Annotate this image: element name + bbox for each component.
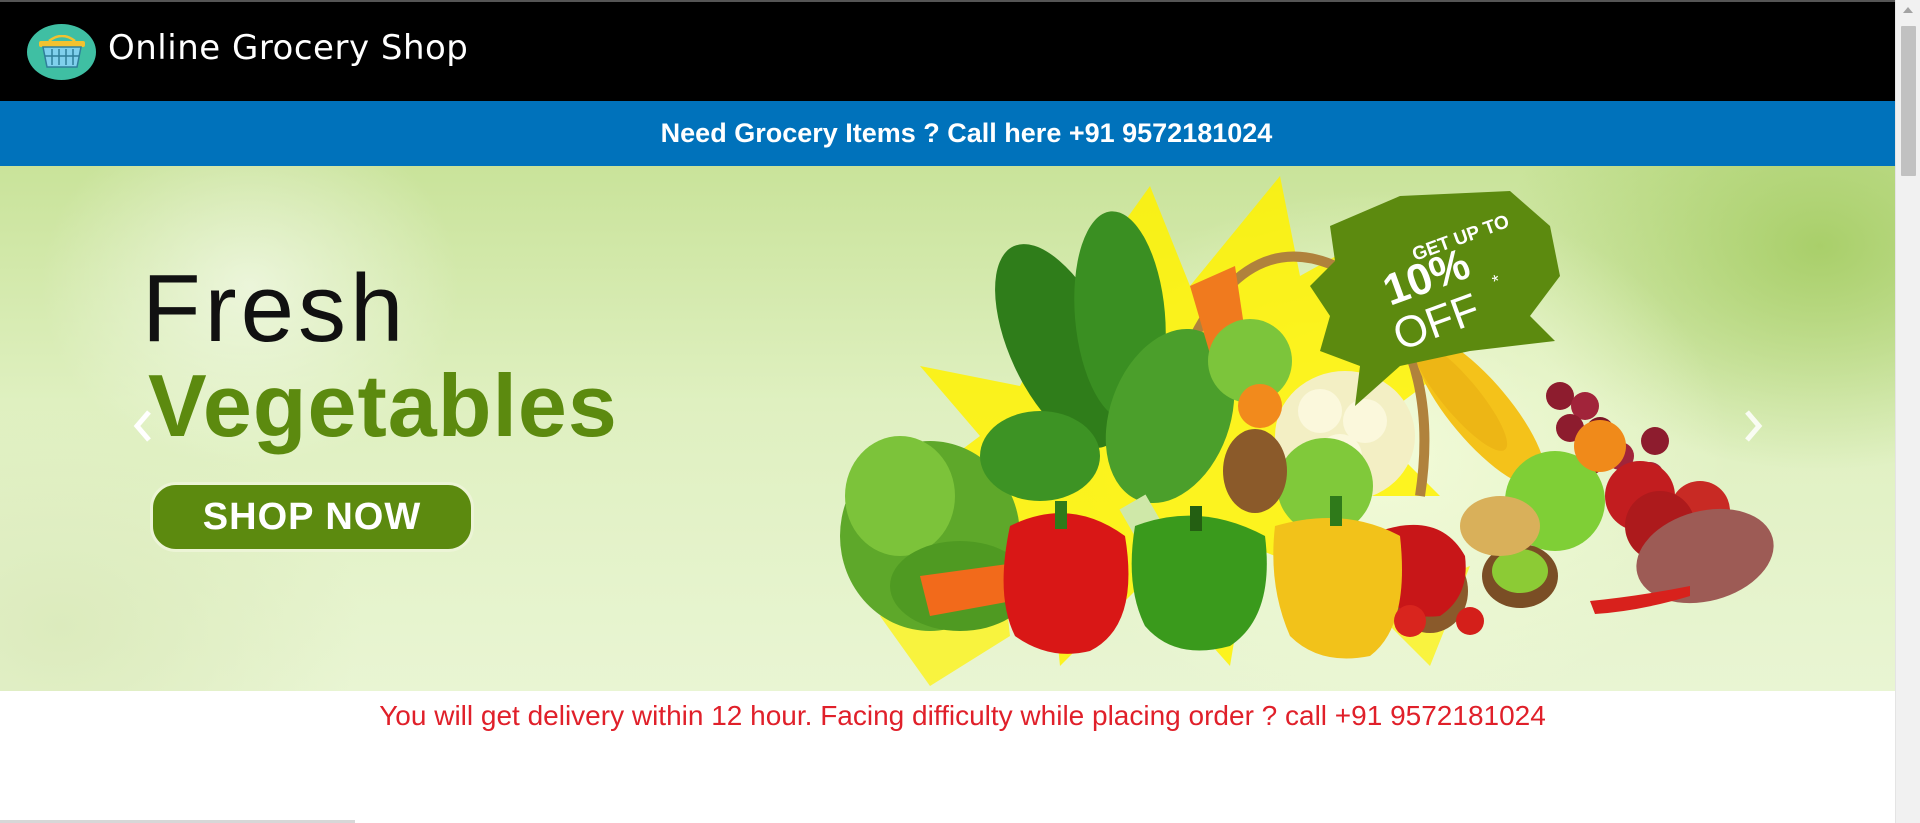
chevron-right-icon — [1745, 410, 1763, 442]
call-banner-text: Need Grocery Items ? Call here +91 95721… — [660, 118, 1273, 148]
hero-headline-fresh: Fresh — [142, 255, 408, 362]
carousel-prev-button[interactable] — [123, 406, 163, 446]
scroll-thumb[interactable] — [1901, 26, 1916, 176]
scroll-up-arrow-icon[interactable] — [1903, 7, 1913, 13]
hero-headline-vegetables: Vegetables — [148, 356, 618, 455]
top-header: Online Grocery Shop — [0, 0, 1895, 101]
hero-carousel: GET UP TO 10% OFF * Fresh Vegetables SHO… — [0, 166, 1895, 691]
shopping-basket-icon[interactable] — [27, 24, 96, 80]
delivery-notice-text: You will get delivery within 12 hour. Fa… — [379, 700, 1546, 731]
page-content: Online Grocery Shop Need Grocery Items ?… — [0, 0, 1895, 823]
page: Online Grocery Shop Need Grocery Items ?… — [0, 0, 1920, 823]
call-banner: Need Grocery Items ? Call here +91 95721… — [0, 101, 1895, 166]
carousel-next-button[interactable] — [1733, 406, 1773, 446]
shop-now-button[interactable]: SHOP NOW — [150, 482, 474, 552]
vertical-scrollbar[interactable] — [1895, 0, 1920, 823]
chevron-left-icon — [133, 410, 151, 442]
delivery-notice: You will get delivery within 12 hour. Fa… — [0, 691, 1895, 741]
brand-title[interactable]: Online Grocery Shop — [108, 28, 468, 68]
